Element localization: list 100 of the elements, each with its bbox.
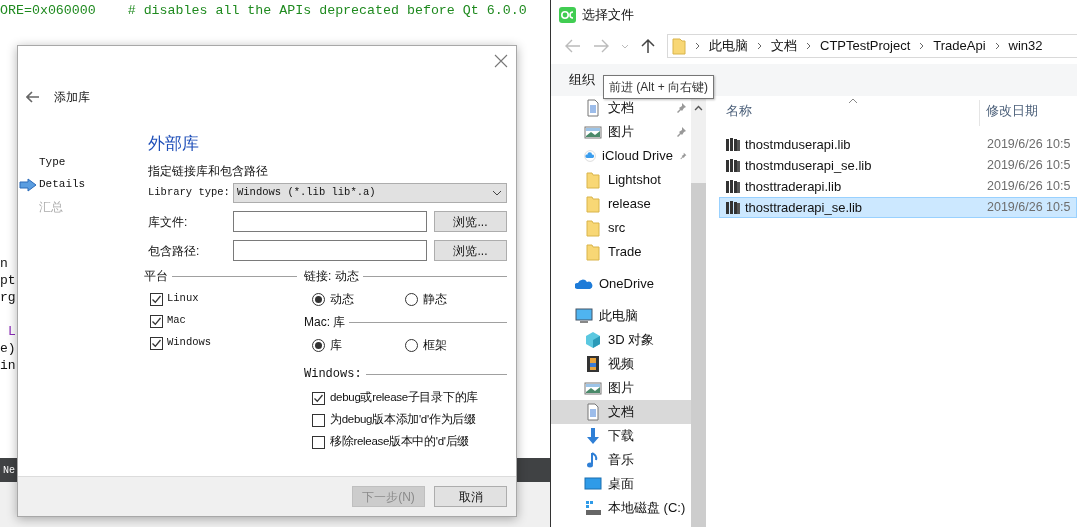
download-icon xyxy=(584,427,602,445)
wizard-step: 汇总 xyxy=(39,197,63,216)
code-line: ORE=0x060000 # disables all the APIs deprecated before Qt 6.0.0 xyxy=(0,2,527,20)
column-header[interactable]: 名称 xyxy=(719,100,980,126)
drive-icon xyxy=(584,499,602,517)
chevron-right-icon xyxy=(919,42,925,50)
field-label: 库文件: xyxy=(148,213,189,231)
address-bar[interactable]: 此电脑 文档 CTPTestProject TradeApi win32 xyxy=(667,34,1077,58)
library-file-icon xyxy=(726,138,740,151)
column-header[interactable]: 修改日期 xyxy=(980,100,1077,126)
folder-icon xyxy=(672,37,686,55)
nav-item[interactable]: OneDrive xyxy=(551,272,691,296)
checkbox-label: Linux xyxy=(167,291,199,307)
nav-item[interactable]: 视频 xyxy=(551,352,691,376)
close-icon[interactable] xyxy=(494,54,508,68)
document-icon xyxy=(584,99,602,117)
nav-item[interactable]: Trade xyxy=(551,240,691,264)
film-icon xyxy=(584,355,602,373)
window-title: 选择文件 xyxy=(582,6,634,25)
radio-button[interactable] xyxy=(312,338,325,352)
checkbox[interactable] xyxy=(150,336,163,350)
code-fragment: e) xyxy=(0,340,16,357)
file-row[interactable]: thosttraderapi_se.lib 2019/6/26 10:5 xyxy=(719,197,1077,218)
group-title: 链接: 动态 xyxy=(304,268,359,285)
nav-item[interactable]: 本地磁盘 (C:) xyxy=(551,496,691,520)
checkbox[interactable] xyxy=(312,413,325,427)
library-type-dropdown[interactable]: Windows (*.lib lib*.a) xyxy=(233,183,507,203)
code-fragment: rg xyxy=(0,289,16,306)
scroll-thumb[interactable] xyxy=(691,182,706,527)
chevron-down-icon xyxy=(492,190,502,196)
file-date: 2019/6/26 10:5 xyxy=(986,178,1071,196)
folder-icon xyxy=(584,219,602,237)
file-row[interactable]: thostmduserapi_se.lib 2019/6/26 10:5 xyxy=(719,155,1077,176)
file-row[interactable]: thostmduserapi.lib 2019/6/26 10:5 xyxy=(719,134,1077,155)
field-label: 包含路径: xyxy=(148,242,201,260)
chevron-right-icon xyxy=(757,42,762,50)
organize-menu[interactable]: 组织 xyxy=(569,70,595,90)
path-field[interactable] xyxy=(233,211,427,232)
nav-item[interactable]: src xyxy=(551,216,691,240)
nav-item[interactable]: 图片 xyxy=(551,376,691,400)
code-fragment: L xyxy=(8,323,16,340)
footer-button[interactable]: 取消 xyxy=(434,486,507,507)
nav-item[interactable]: 3D 对象 xyxy=(551,328,691,352)
breadcrumb[interactable]: CTPTestProject xyxy=(820,36,911,56)
document-icon xyxy=(584,403,602,421)
cloud-icon xyxy=(584,147,597,165)
checkbox[interactable] xyxy=(312,435,325,449)
file-name: thosttraderapi.lib xyxy=(745,177,842,196)
nav-item[interactable]: iCloud Drive xyxy=(551,144,691,168)
dialog-title: 添加库 xyxy=(54,89,90,106)
browse-button[interactable]: 浏览... xyxy=(434,211,507,232)
field-label: Library type: xyxy=(148,185,231,201)
nav-item[interactable]: 音乐 xyxy=(551,448,691,472)
file-row[interactable]: thosttraderapi.lib 2019/6/26 10:5 xyxy=(719,176,1077,197)
checkbox[interactable] xyxy=(312,391,325,405)
nav-item[interactable]: 图片 xyxy=(551,120,691,144)
wizard-step: Type xyxy=(39,154,66,171)
folder-icon xyxy=(584,243,602,261)
breadcrumb[interactable]: win32 xyxy=(1008,36,1043,56)
radio-label: 静态 xyxy=(423,291,447,308)
nav-item[interactable]: 文档 xyxy=(551,400,691,424)
checkbox[interactable] xyxy=(150,314,163,328)
scroll-up-icon[interactable] xyxy=(694,105,703,111)
folder-icon xyxy=(584,171,602,189)
nav-item[interactable]: Lightshot xyxy=(551,168,691,192)
checkbox-label: debug或release子目录下的库 xyxy=(330,390,478,406)
chevron-right-icon xyxy=(806,42,811,50)
radio-button[interactable] xyxy=(405,292,418,306)
breadcrumb[interactable]: 此电脑 xyxy=(709,36,748,56)
wizard-step: Details xyxy=(39,176,86,193)
file-name: thosttraderapi_se.lib xyxy=(745,198,863,217)
nav-item[interactable]: 桌面 xyxy=(551,472,691,496)
computer-icon xyxy=(575,307,593,325)
file-date: 2019/6/26 10:5 xyxy=(986,157,1071,175)
library-file-icon xyxy=(726,159,740,172)
radio-button[interactable] xyxy=(312,292,325,306)
code-fragment: pt xyxy=(0,272,16,289)
checkbox[interactable] xyxy=(150,292,163,306)
breadcrumb[interactable]: TradeApi xyxy=(933,36,986,56)
browse-button[interactable]: 浏览... xyxy=(434,240,507,261)
scrollbar[interactable] xyxy=(691,96,706,527)
section-heading: 外部库 xyxy=(148,133,200,155)
output-tab[interactable]: Ne xyxy=(2,462,15,478)
nav-item[interactable]: 文档 xyxy=(551,96,691,120)
picture-icon xyxy=(584,379,602,397)
radio-button[interactable] xyxy=(405,338,418,352)
file-date: 2019/6/26 10:5 xyxy=(986,136,1071,154)
up-arrow-icon[interactable] xyxy=(641,38,655,54)
nav-item[interactable]: 此电脑 xyxy=(551,304,691,328)
path-field[interactable] xyxy=(233,240,427,261)
checkbox-label: Windows xyxy=(167,335,212,351)
desktop-icon xyxy=(584,475,602,493)
breadcrumb[interactable]: 文档 xyxy=(771,36,797,56)
radio-label: 库 xyxy=(330,337,342,354)
folder-icon xyxy=(584,195,602,213)
back-arrow-icon[interactable] xyxy=(26,91,40,103)
sort-caret-icon xyxy=(848,98,858,104)
chevron-right-icon xyxy=(994,42,1000,50)
nav-item[interactable]: 下载 xyxy=(551,424,691,448)
nav-item[interactable]: release xyxy=(551,192,691,216)
